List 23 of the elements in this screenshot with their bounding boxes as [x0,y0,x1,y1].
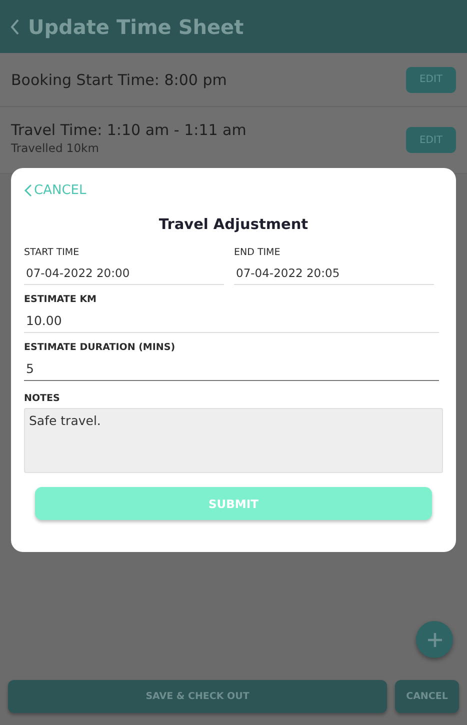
entry-text: Booking Start Time: 8:00 pm [11,70,227,88]
plus-icon [426,632,442,648]
entry-note: Travelled 10km [11,141,100,155]
page-title: Update Time Sheet [28,14,244,38]
notes-field[interactable]: Safe travel. [24,408,443,473]
field-label: ESTIMATE KM [24,294,98,305]
entry-text: Travel Time: 1:10 am - 1:11 am [11,121,246,139]
field-label: ESTIMATE DURATION (MINS) [24,342,176,353]
back-icon[interactable] [10,18,20,36]
cancel-button[interactable]: CANCEL [395,680,459,713]
field-label: START TIME [24,247,80,258]
input-field[interactable]: 07-04-2022 20:05 [234,264,434,285]
input-field[interactable]: 07-04-2022 20:00 [24,264,224,285]
dialog-cancel-link[interactable]: CANCEL [24,183,86,198]
add-button[interactable] [416,621,453,658]
dialog-title: Travel Adjustment [158,217,310,233]
submit-button[interactable]: SUBMIT [35,487,432,520]
input-field[interactable]: 5 [24,359,439,381]
chevron-left-icon [24,184,32,197]
field-label: NOTES [24,393,61,404]
input-field[interactable]: 10.00 [24,311,439,333]
field-label: END TIME [234,247,282,258]
save-checkout-button[interactable]: SAVE & CHECK OUT [8,680,387,713]
